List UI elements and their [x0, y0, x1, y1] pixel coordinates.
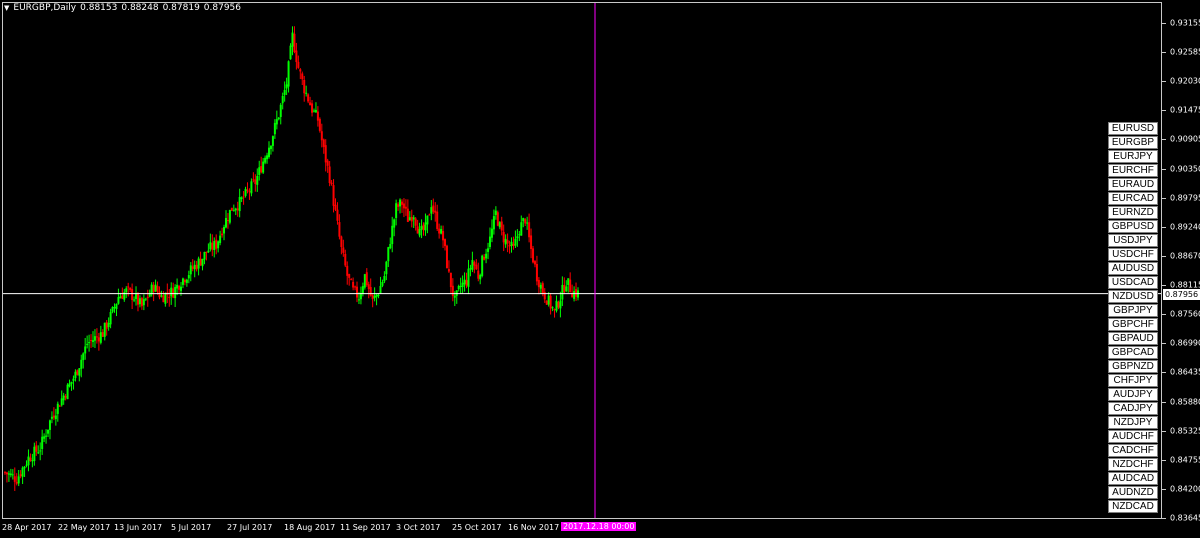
price-tick	[1162, 197, 1166, 199]
symbol-button-gbpchf[interactable]: GBPCHF	[1108, 318, 1158, 331]
date-label: 3 Oct 2017	[396, 523, 441, 532]
price-tick	[1162, 110, 1166, 112]
price-tick	[1162, 488, 1166, 490]
symbol-button-audusd[interactable]: AUDUSD	[1108, 262, 1158, 275]
symbol-button-usdjpy[interactable]: USDJPY	[1108, 234, 1158, 247]
price-label: 0.85880	[1170, 397, 1200, 407]
symbol-button-euraud[interactable]: EURAUD	[1108, 178, 1158, 191]
symbol-button-eurnzd[interactable]: EURNZD	[1108, 206, 1158, 219]
dropdown-triangle-icon[interactable]: ▼	[4, 4, 9, 12]
symbol-button-gbpusd[interactable]: GBPUSD	[1108, 220, 1158, 233]
symbol-button-audcad[interactable]: AUDCAD	[1108, 472, 1158, 485]
price-label: 0.89240	[1170, 222, 1200, 232]
symbol-switcher-panel: EURUSD EURGBP EURJPY EURCHF EURAUD EURCAD EURN…	[1108, 122, 1160, 514]
price-label: 0.84200	[1170, 484, 1200, 494]
date-label: 28 Apr 2017	[2, 523, 52, 532]
price-tick	[1162, 81, 1166, 83]
price-tick	[1162, 139, 1166, 141]
symbol-label: EURGBP,Daily	[13, 3, 77, 13]
low-value: 0.87819	[162, 3, 200, 13]
chart-header: ▼ EURGBP,Daily 0.88153 0.88248 0.87819 0…	[4, 3, 241, 13]
symbol-button-chfjpy[interactable]: CHFJPY	[1108, 374, 1158, 387]
high-value: 0.88248	[121, 3, 159, 13]
price-tick	[1162, 459, 1166, 461]
date-label: 13 Jun 2017	[114, 523, 163, 532]
price-tick	[1162, 343, 1166, 345]
symbol-button-nzdjpy[interactable]: NZDJPY	[1108, 416, 1158, 429]
date-label: 5 Jul 2017	[171, 523, 212, 532]
price-label: 0.91475	[1170, 105, 1200, 115]
price-tick	[1162, 518, 1166, 519]
price-label: 0.92030	[1170, 76, 1200, 86]
symbol-button-nzdcad[interactable]: NZDCAD	[1108, 500, 1158, 513]
symbol-button-gbpnzd[interactable]: GBPNZD	[1108, 360, 1158, 373]
symbol-button-eurgbp[interactable]: EURGBP	[1108, 136, 1158, 149]
date-label: 18 Aug 2017	[284, 523, 336, 532]
symbol-button-gbpcad[interactable]: GBPCAD	[1108, 346, 1158, 359]
price-label: 0.90905	[1170, 134, 1200, 144]
close-value: 0.87956	[203, 3, 242, 13]
price-tick	[1162, 430, 1166, 432]
price-label: 0.86990	[1170, 338, 1200, 348]
symbol-button-cadchf[interactable]: CADCHF	[1108, 444, 1158, 457]
price-tick	[1162, 226, 1166, 228]
symbol-button-usdchf[interactable]: USDCHF	[1108, 248, 1158, 261]
bid-price-tag: 0.87956	[1163, 288, 1200, 300]
symbol-button-audjpy[interactable]: AUDJPY	[1108, 388, 1158, 401]
symbol-button-audnzd[interactable]: AUDNZD	[1108, 486, 1158, 499]
symbol-button-eurusd[interactable]: EURUSD	[1108, 122, 1158, 135]
price-label: 0.89795	[1170, 193, 1200, 203]
symbol-button-eurjpy[interactable]: EURJPY	[1108, 150, 1158, 163]
date-label: 22 May 2017	[58, 523, 111, 532]
symbol-button-eurchf[interactable]: EURCHF	[1108, 164, 1158, 177]
symbol-button-audchf[interactable]: AUDCHF	[1108, 430, 1158, 443]
open-value: 0.88153	[80, 3, 118, 13]
price-tick	[1162, 401, 1166, 403]
price-tick	[1162, 314, 1166, 316]
price-tick	[1162, 23, 1166, 24]
price-label: 0.86435	[1170, 367, 1200, 377]
price-label: 0.87560	[1170, 309, 1200, 319]
price-label: 0.88670	[1170, 251, 1200, 261]
price-label: 0.84755	[1170, 455, 1200, 465]
plot-frame	[2, 2, 1162, 519]
price-tick	[1162, 168, 1166, 170]
symbol-button-nzdusd[interactable]: NZDUSD	[1108, 290, 1158, 303]
symbol-button-eurcad[interactable]: EURCAD	[1108, 192, 1158, 205]
price-label: 0.83645	[1170, 513, 1200, 523]
symbol-button-gbpaud[interactable]: GBPAUD	[1108, 332, 1158, 345]
date-label: 25 Oct 2017	[452, 523, 502, 532]
price-tick	[1162, 255, 1166, 257]
cursor-date-label: 2017.12.18 00:00	[561, 522, 637, 531]
date-label: 11 Sep 2017	[340, 523, 391, 532]
symbol-button-cadjpy[interactable]: CADJPY	[1108, 402, 1158, 415]
symbol-button-gbpjpy[interactable]: GBPJPY	[1108, 304, 1158, 317]
price-label: 0.85325	[1170, 426, 1200, 436]
price-tick	[1162, 372, 1166, 374]
symbol-button-usdcad[interactable]: USDCAD	[1108, 276, 1158, 289]
price-label: 0.93155	[1170, 18, 1200, 28]
chart-area[interactable]: ▼ EURGBP,Daily 0.88153 0.88248 0.87819 0…	[0, 0, 1200, 538]
price-tick	[1162, 285, 1166, 287]
date-label: 16 Nov 2017	[508, 523, 560, 532]
price-tick	[1162, 52, 1166, 54]
price-label: 0.92585	[1170, 47, 1200, 57]
price-label: 0.90350	[1170, 164, 1200, 174]
date-label: 27 Jul 2017	[227, 523, 273, 532]
symbol-button-nzdchf[interactable]: NZDCHF	[1108, 458, 1158, 471]
